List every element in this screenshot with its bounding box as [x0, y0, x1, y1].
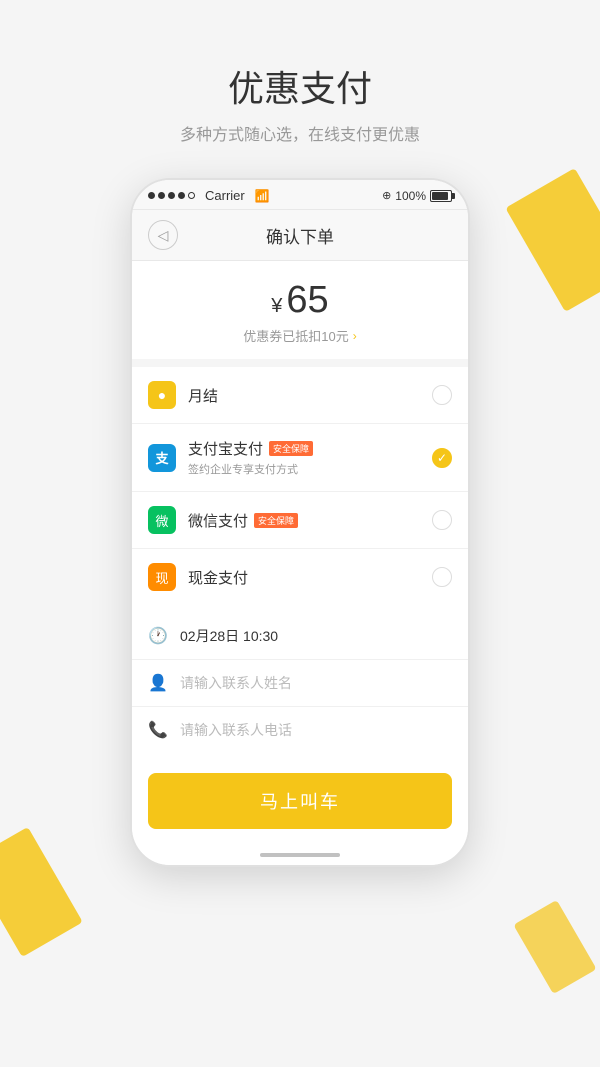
alipay-security-badge: 安全保障 — [269, 441, 313, 456]
discount-text: 优惠券已抵扣10元 › — [148, 326, 452, 345]
cash-name: 现金支付 — [188, 567, 420, 588]
cash-icon: 现 — [148, 563, 176, 591]
monthly-info: 月结 — [188, 385, 420, 406]
back-button[interactable]: ◁ — [148, 220, 178, 250]
page-title: 优惠支付 — [20, 60, 580, 112]
wechat-radio[interactable] — [432, 510, 452, 530]
monthly-name: 月结 — [188, 385, 420, 406]
back-icon: ◁ — [158, 227, 169, 244]
datetime-field[interactable]: 🕐 02月28日 10:30 — [132, 613, 468, 660]
hero-section: 优惠支付 多种方式随心选，在线支付更优惠 — [0, 0, 600, 178]
wifi-icon: 📶 — [255, 189, 270, 203]
page-subtitle: 多种方式随心选，在线支付更优惠 — [20, 124, 580, 148]
datetime-icon: 🕐 — [148, 626, 168, 646]
signal-dot-2 — [158, 192, 165, 199]
carrier-right: ⊕ 100% — [382, 189, 452, 203]
location-icon: ⊕ — [382, 189, 391, 202]
signal-dots — [148, 192, 195, 199]
currency-symbol: ¥ — [271, 295, 282, 317]
monthly-radio[interactable] — [432, 385, 452, 405]
submit-button[interactable]: 马上叫车 — [148, 773, 452, 829]
alipay-info: 支付宝支付 安全保障 签约企业专享支付方式 — [188, 438, 420, 477]
monthly-icon: ● — [148, 381, 176, 409]
payment-item-cash[interactable]: 现 现金支付 — [132, 549, 468, 605]
signal-dot-4 — [178, 192, 185, 199]
cash-radio[interactable] — [432, 567, 452, 587]
payment-item-wechat[interactable]: 微 微信支付 安全保障 — [132, 492, 468, 549]
phone-frame: Carrier 📶 ⊕ 100% ◁ 确认下单 ¥65 — [130, 178, 470, 867]
wechat-security-badge: 安全保障 — [254, 513, 298, 528]
bg-decoration-bottom-right — [513, 900, 596, 994]
submit-section: 马上叫车 — [132, 761, 468, 845]
status-bar: Carrier 📶 ⊕ 100% — [132, 180, 468, 210]
signal-dot-1 — [148, 192, 155, 199]
wechat-info: 微信支付 安全保障 — [188, 510, 420, 531]
carrier-name: Carrier — [205, 188, 245, 203]
alipay-radio[interactable]: ✓ — [432, 448, 452, 468]
alipay-name: 支付宝支付 安全保障 — [188, 438, 420, 459]
price-section: ¥65 优惠券已抵扣10元 › — [132, 261, 468, 367]
payment-item-alipay[interactable]: 支 支付宝支付 安全保障 签约企业专享支付方式 ✓ — [132, 424, 468, 492]
discount-arrow[interactable]: › — [353, 329, 357, 343]
phone-icon: 📞 — [148, 720, 168, 740]
nav-bar: ◁ 确认下单 — [132, 210, 468, 261]
cash-info: 现金支付 — [188, 567, 420, 588]
battery-percent: 100% — [395, 189, 426, 203]
discount-label: 优惠券已抵扣10元 — [243, 326, 348, 345]
contact-name-placeholder: 请输入联系人姓名 — [180, 673, 292, 693]
wechat-icon: 微 — [148, 506, 176, 534]
amount-value: 65 — [286, 279, 328, 321]
payment-section: ● 月结 支 支付宝支付 安全保障 — [132, 367, 468, 605]
wechat-name: 微信支付 安全保障 — [188, 510, 420, 531]
alipay-sub: 签约企业专享支付方式 — [188, 461, 420, 477]
form-section: 🕐 02月28日 10:30 👤 请输入联系人姓名 📞 请输入联系人电话 — [132, 613, 468, 753]
battery-icon — [430, 190, 452, 202]
person-icon: 👤 — [148, 673, 168, 693]
phone-mockup: Carrier 📶 ⊕ 100% ◁ 确认下单 ¥65 — [0, 178, 600, 867]
battery-fill — [432, 192, 448, 200]
alipay-icon: 支 — [148, 444, 176, 472]
home-indicator-bar — [132, 845, 468, 865]
datetime-value: 02月28日 10:30 — [180, 626, 278, 646]
contact-phone-placeholder: 请输入联系人电话 — [180, 720, 292, 740]
payment-item-monthly[interactable]: ● 月结 — [132, 367, 468, 424]
price-amount: ¥65 — [148, 279, 452, 322]
signal-dot-5 — [188, 192, 195, 199]
carrier-left: Carrier 📶 — [148, 188, 270, 203]
contact-name-field[interactable]: 👤 请输入联系人姓名 — [132, 660, 468, 707]
contact-phone-field[interactable]: 📞 请输入联系人电话 — [132, 707, 468, 753]
nav-title: 确认下单 — [266, 223, 334, 248]
signal-dot-3 — [168, 192, 175, 199]
home-indicator — [260, 853, 340, 857]
